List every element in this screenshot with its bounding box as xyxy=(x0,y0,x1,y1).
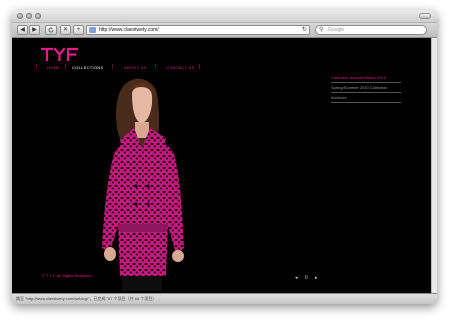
back-button[interactable]: ◀ xyxy=(17,25,28,35)
vertical-scrollbar[interactable] xyxy=(431,38,437,293)
collection-link-spring-summer-2010[interactable]: Spring/Summer 2010 Collection xyxy=(331,83,401,93)
reload-button[interactable] xyxy=(45,25,57,35)
status-bar: 跳至 "http://www.claestwety.com/weblog/"，已… xyxy=(12,293,437,304)
nav-separator: | xyxy=(36,64,38,70)
model-photo xyxy=(102,78,184,291)
nav-separator: | xyxy=(199,64,201,70)
nav-separator: | xyxy=(112,64,114,70)
nav-separator: | xyxy=(65,64,67,70)
collection-link-autumn-winter-2010[interactable]: Collection Autumn/Winter 2010 xyxy=(331,73,401,83)
collections-sidebar: Collection Autumn/Winter 2010 Spring/Sum… xyxy=(331,73,401,103)
browser-window: ◀ ▶ ✕ + http://www.claestwety.com/ ↻ ⚲ G… xyxy=(12,10,437,304)
nav-separator: | xyxy=(155,64,157,70)
url-text[interactable]: http://www.claestwety.com/ xyxy=(99,26,159,34)
web-page: | Home | Collections | About us | Contac… xyxy=(12,38,437,293)
copyright-text: © T Y F All Rights Reserved xyxy=(42,273,92,278)
next-slide-icon[interactable]: ▸ xyxy=(315,275,318,282)
search-field[interactable]: ⚲ Google xyxy=(315,25,427,35)
tyf-logo-icon xyxy=(40,47,79,62)
favicon-icon xyxy=(89,27,96,33)
search-icon: ⚲ xyxy=(319,27,324,33)
forward-button[interactable]: ▶ xyxy=(29,25,40,35)
toolbar-toggle-button[interactable] xyxy=(419,13,431,19)
minimize-window-button[interactable] xyxy=(26,13,32,19)
slideshow-controls: ◂ II ▸ xyxy=(295,275,325,283)
stop-button[interactable]: ✕ xyxy=(60,25,71,35)
title-bar xyxy=(12,10,437,23)
url-refresh-icon[interactable]: ↻ xyxy=(302,26,307,34)
status-text: 跳至 "http://www.claestwety.com/weblog/"，已… xyxy=(16,296,157,301)
close-window-button[interactable] xyxy=(17,13,23,19)
collection-link-archives[interactable]: Archives xyxy=(331,93,401,103)
browser-toolbar: ◀ ▶ ✕ + http://www.claestwety.com/ ↻ ⚲ G… xyxy=(12,23,437,38)
nav-item-about-us[interactable]: About us xyxy=(124,64,147,71)
reload-icon xyxy=(48,27,54,33)
zoom-window-button[interactable] xyxy=(35,13,41,19)
address-bar[interactable]: http://www.claestwety.com/ ↻ xyxy=(86,25,310,35)
nav-item-home[interactable]: Home xyxy=(47,64,60,71)
pause-slide-icon[interactable]: II xyxy=(305,275,308,282)
nav-item-collections[interactable]: Collections xyxy=(72,64,104,71)
add-bookmark-button[interactable]: + xyxy=(73,25,84,35)
previous-slide-icon[interactable]: ◂ xyxy=(295,275,298,282)
nav-item-contact-us[interactable]: Contact us xyxy=(166,64,195,71)
search-placeholder: Google xyxy=(328,27,345,33)
